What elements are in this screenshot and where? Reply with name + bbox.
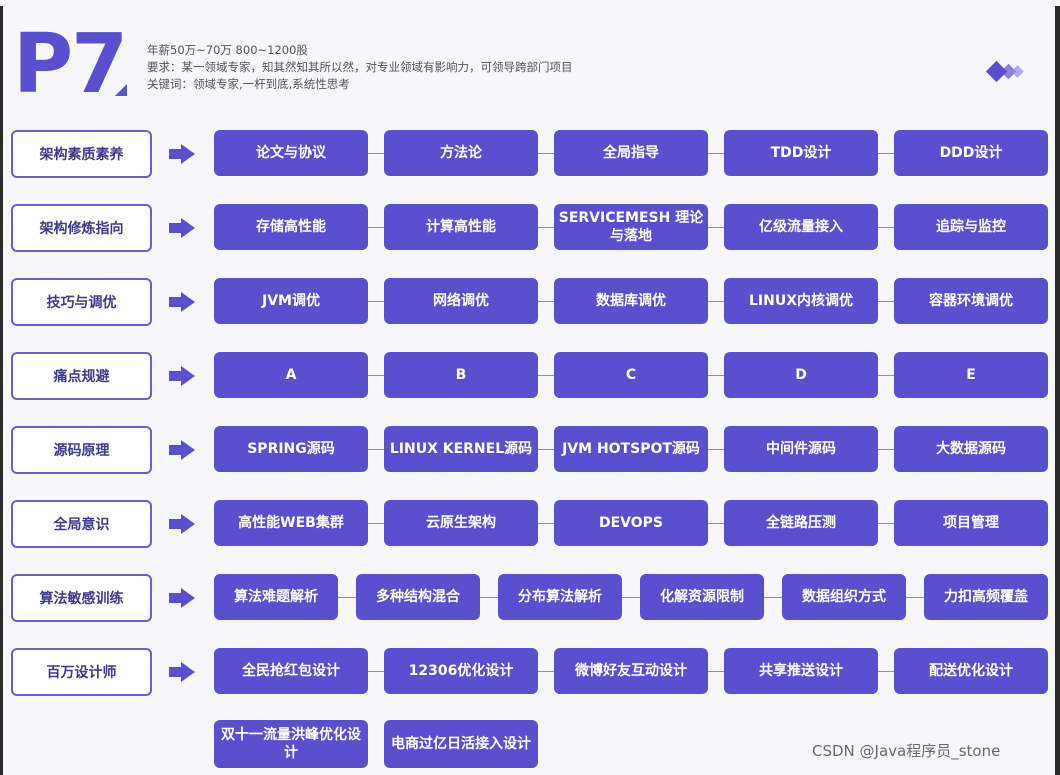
topic-box: 容器环境调优 bbox=[894, 278, 1048, 324]
topic-box: DEVOPS bbox=[554, 500, 708, 546]
topic-box: DDD设计 bbox=[894, 130, 1048, 176]
topic-box: 双十一流量洪峰优化设计 bbox=[214, 720, 368, 768]
right-arrow-icon bbox=[169, 662, 195, 682]
topic-box: 项目管理 bbox=[894, 500, 1048, 546]
roadmap-row: 算法敏感训练 算法难题解析 多种结构混合 分布算法解析 化解资源限制 数据组织方式 力扣高频… bbox=[3, 574, 1055, 622]
topic-box: 网络调优 bbox=[384, 278, 538, 324]
topic-box: JVM调优 bbox=[214, 278, 368, 324]
topic-box: SPRING源码 bbox=[214, 426, 368, 472]
topic-box: A bbox=[214, 352, 368, 398]
topic-box: 数据组织方式 bbox=[782, 574, 906, 620]
topic-box: 大数据源码 bbox=[894, 426, 1048, 472]
topic-box: 方法论 bbox=[384, 130, 538, 176]
right-arrow-icon bbox=[169, 218, 195, 238]
category-label: 架构素质素养 bbox=[11, 130, 152, 178]
topic-box: 存储高性能 bbox=[214, 204, 368, 250]
requirement-text: 要求：某一领域专家，知其然知其所以然，对专业领域有影响力，可领导跨部门项目 bbox=[147, 60, 573, 74]
topic-box: B bbox=[384, 352, 538, 398]
category-label: 技巧与调优 bbox=[11, 278, 152, 326]
topic-box: 全局指导 bbox=[554, 130, 708, 176]
right-arrow-icon bbox=[169, 440, 195, 460]
topic-box: 算法难题解析 bbox=[214, 574, 338, 620]
topic-box: TDD设计 bbox=[724, 130, 878, 176]
right-arrow-icon bbox=[169, 144, 195, 164]
topic-box: 中间件源码 bbox=[724, 426, 878, 472]
level-corner-mark bbox=[115, 84, 127, 96]
roadmap-row: 痛点规避 A B C D E bbox=[3, 352, 1055, 400]
category-label: 百万设计师 bbox=[11, 648, 152, 696]
topic-box: C bbox=[554, 352, 708, 398]
right-arrow-icon bbox=[169, 366, 195, 386]
category-label: 算法敏感训练 bbox=[11, 574, 152, 622]
right-arrow-icon bbox=[169, 514, 195, 534]
topic-box: 全链路压测 bbox=[724, 500, 878, 546]
topic-box: 微博好友互动设计 bbox=[554, 648, 708, 694]
watermark: CSDN @Java程序员_stone bbox=[812, 742, 1001, 760]
topic-box: 计算高性能 bbox=[384, 204, 538, 250]
salary-text: 年薪50万~70万 800~1200股 bbox=[147, 43, 308, 57]
level-title: P7 bbox=[13, 17, 128, 112]
roadmap-row: 技巧与调优 JVM调优 网络调优 数据库调优 LINUX内核调优 容器环境调优 bbox=[3, 278, 1055, 326]
roadmap-row: 全局意识 高性能WEB集群 云原生架构 DEVOPS 全链路压测 项目管理 bbox=[3, 500, 1055, 548]
diamond-decoration-icon bbox=[985, 58, 1047, 88]
topic-box: E bbox=[894, 352, 1048, 398]
roadmap-row: 架构素质素养 论文与协议 方法论 全局指导 TDD设计 DDD设计 bbox=[3, 130, 1055, 178]
topic-box: 追踪与监控 bbox=[894, 204, 1048, 250]
roadmap-row: 架构修炼指向 存储高性能 计算高性能 SERVICEMESH 理论与落地 亿级流量接入追… bbox=[3, 204, 1055, 252]
roadmap-row: 源码原理 SPRING源码 LINUX KERNEL源码 JVM HOTSPOT源码中… bbox=[3, 426, 1055, 474]
topic-box: 12306优化设计 bbox=[384, 648, 538, 694]
level-info: 年薪50万~70万 800~1200股 要求：某一领域专家，知其然知其所以然，对… bbox=[147, 42, 573, 93]
topic-box: 数据库调优 bbox=[554, 278, 708, 324]
topic-box: LINUX内核调优 bbox=[724, 278, 878, 324]
topic-box: 电商过亿日活接入设计 bbox=[384, 720, 538, 768]
topic-box: 亿级流量接入 bbox=[724, 204, 878, 250]
right-arrow-icon bbox=[169, 588, 195, 608]
topic-box: 云原生架构 bbox=[384, 500, 538, 546]
topic-box: 化解资源限制 bbox=[640, 574, 764, 620]
topic-box: D bbox=[724, 352, 878, 398]
category-label: 痛点规避 bbox=[11, 352, 152, 400]
topic-box: 分布算法解析 bbox=[498, 574, 622, 620]
connector-line bbox=[215, 597, 1047, 598]
topic-box: 高性能WEB集群 bbox=[214, 500, 368, 546]
topic-box: LINUX KERNEL源码 bbox=[384, 426, 538, 472]
category-label: 源码原理 bbox=[11, 426, 152, 474]
roadmap-row: 百万设计师 全民抢红包设计 12306优化设计 微博好友互动设计 共享推送设计 配送优化设… bbox=[3, 648, 1055, 696]
topic-box: 全民抢红包设计 bbox=[214, 648, 368, 694]
right-arrow-icon bbox=[169, 292, 195, 312]
roadmap-canvas: P7 年薪50万~70万 800~1200股 要求：某一领域专家，知其然知其所以… bbox=[3, 6, 1055, 775]
topic-box: JVM HOTSPOT源码 bbox=[554, 426, 708, 472]
keywords-text: 关键词：领域专家,一杆到底,系统性思考 bbox=[147, 77, 350, 91]
category-label: 全局意识 bbox=[11, 500, 152, 548]
topic-box: 配送优化设计 bbox=[894, 648, 1048, 694]
topic-box: SERVICEMESH 理论与落地 bbox=[554, 204, 708, 250]
topic-box: 多种结构混合 bbox=[356, 574, 480, 620]
category-label: 架构修炼指向 bbox=[11, 204, 152, 252]
topic-box: 共享推送设计 bbox=[724, 648, 878, 694]
topic-box: 力扣高频覆盖 bbox=[924, 574, 1048, 620]
topic-box: 论文与协议 bbox=[214, 130, 368, 176]
